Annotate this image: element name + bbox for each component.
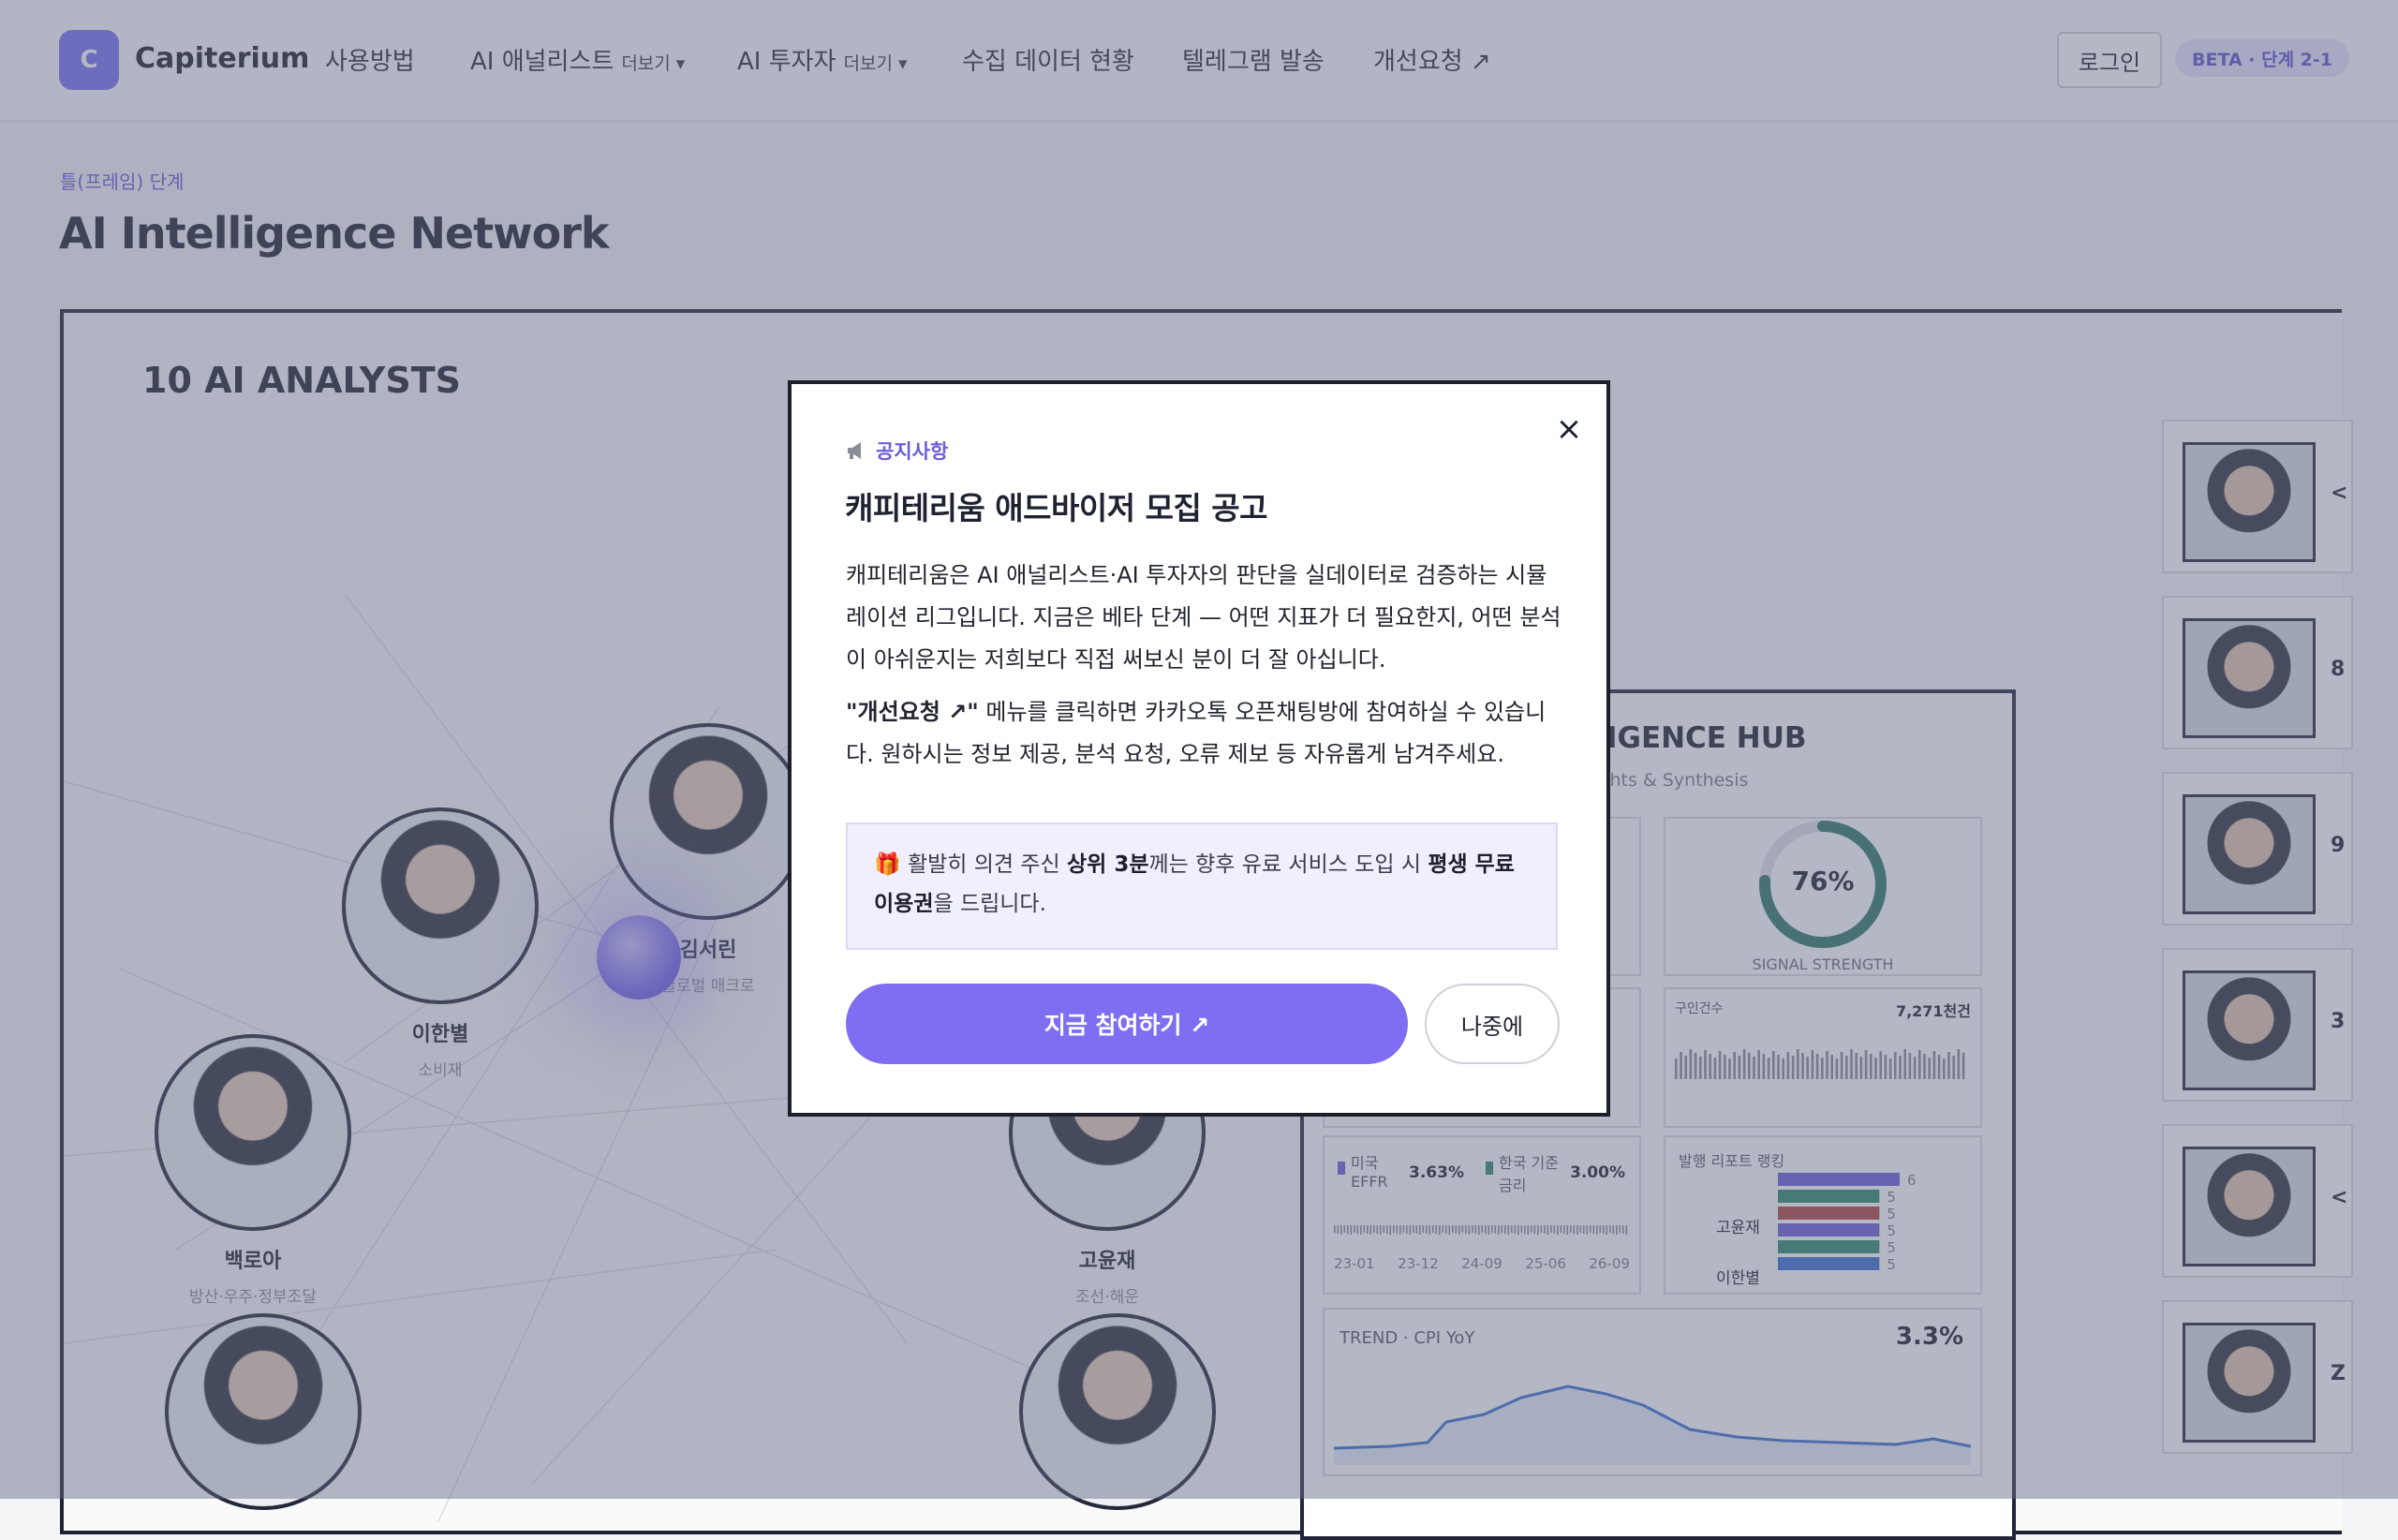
modal-title: 캐피테리움 애드바이저 모집 공고	[845, 490, 1268, 526]
modal-paragraph-1: 캐피테리움은 AI 애널리스트·AI 투자자의 판단을 실데이터로 검증하는 시…	[846, 562, 1562, 673]
join-now-button[interactable]: 지금 참여하기 ↗	[846, 984, 1408, 1064]
gift-text: 께는 향후 유료 서비스 도입 시	[1148, 852, 1428, 877]
megaphone-icon	[848, 442, 861, 459]
notice-label: 공지사항	[876, 440, 949, 463]
gift-text: 을 드립니다.	[933, 892, 1046, 916]
improvement-request-ref: "개선요청 ↗"	[846, 699, 979, 725]
gift-icon: 🎁	[874, 852, 901, 877]
gift-text: 활발히 의견 주신	[900, 852, 1068, 877]
reward-notice-box: 🎁 활발히 의견 주신 상위 3분께는 향후 유료 서비스 도입 시 평생 무료…	[846, 822, 1558, 950]
notice-header: 공지사항	[846, 437, 948, 465]
gift-highlight: 상위 3분	[1067, 852, 1149, 877]
modal-paragraph-2: "개선요청 ↗" 메뉴를 클릭하면 카카오톡 오픈채팅방에 참여하실 수 있습니…	[846, 691, 1567, 776]
close-icon[interactable]: ×	[1548, 408, 1590, 450]
advisor-recruit-modal: × 공지사항 캐피테리움 애드바이저 모집 공고 캐피테리움은 AI 애널리스트…	[788, 380, 1610, 1117]
later-button[interactable]: 나중에	[1425, 984, 1560, 1064]
